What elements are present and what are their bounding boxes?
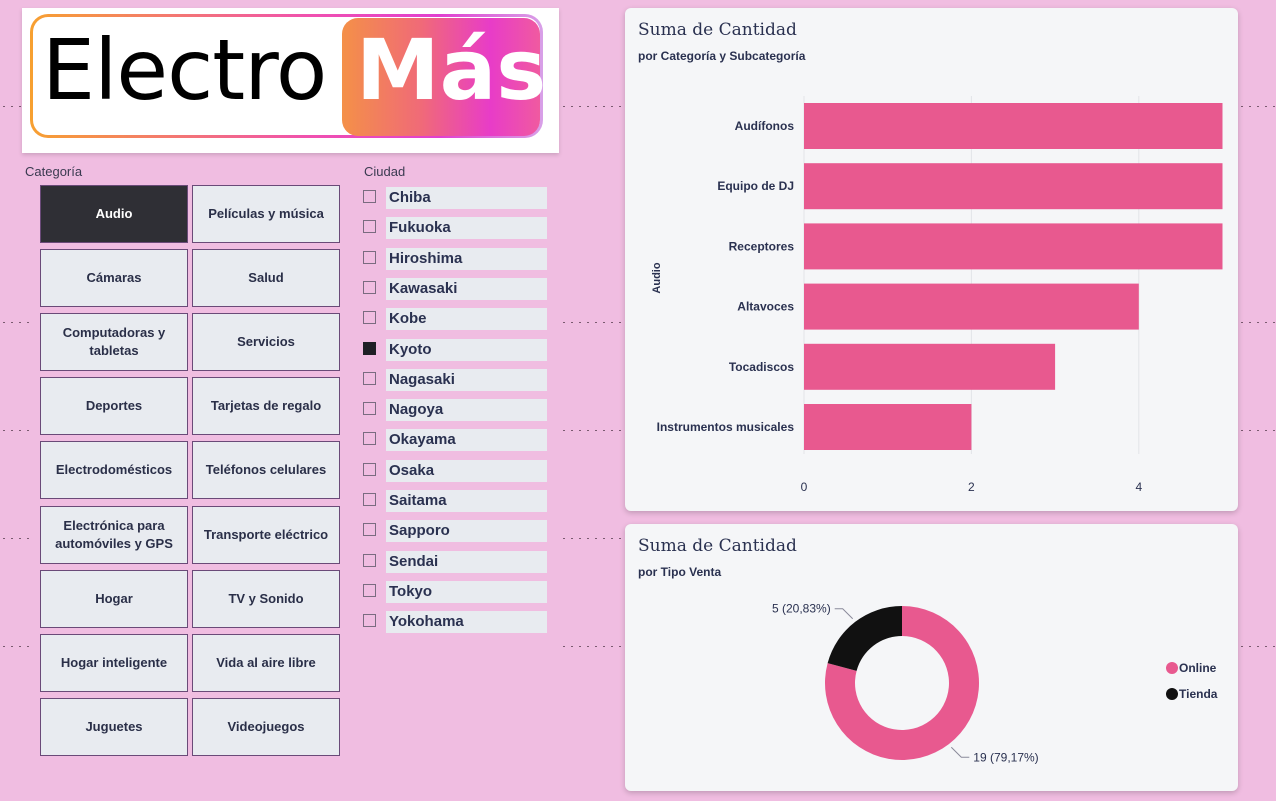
city-item[interactable]: Okayama (362, 429, 547, 452)
city-item[interactable]: Tokyo (362, 580, 547, 603)
brand-logo: Electro Más (22, 8, 559, 153)
city-checkbox[interactable] (363, 432, 376, 446)
logo-text-electro: Electro (42, 21, 327, 119)
bar-chart: 0 2 4 Audífonos Equipo de DJ Receptores Altavo… (651, 96, 1223, 494)
city-slicer-title: Ciudad (364, 164, 406, 179)
city-label: Tokyo (386, 580, 547, 603)
city-checkbox[interactable] (363, 614, 376, 628)
city-label: Osaka (386, 459, 547, 482)
city-checkbox[interactable] (363, 402, 376, 416)
city-item[interactable]: Saitama (362, 490, 547, 512)
city-label: Kobe (386, 308, 547, 331)
city-checkbox[interactable] (363, 280, 376, 294)
legend-marker (1166, 662, 1178, 674)
bar[interactable] (804, 343, 1056, 390)
category-label: Receptores (729, 239, 795, 253)
city-checkbox[interactable] (363, 190, 376, 203)
bar[interactable] (804, 223, 1223, 270)
category-button[interactable]: Vida al aire libre (192, 633, 340, 692)
bar[interactable] (804, 404, 972, 450)
category-button[interactable]: TV y Sonido (192, 569, 340, 628)
city-label: Sendai (386, 550, 547, 573)
city-label: Hiroshima (386, 247, 547, 270)
city-checkbox[interactable] (363, 583, 376, 597)
category-button[interactable]: Salud (192, 249, 340, 308)
bar[interactable] (804, 283, 1139, 330)
city-checkbox[interactable] (363, 371, 376, 385)
city-checkbox[interactable] (363, 250, 376, 264)
city-checkbox[interactable] (363, 220, 376, 234)
category-button[interactable]: Hogar inteligente (40, 633, 188, 692)
city-item[interactable]: Kobe (362, 308, 547, 331)
city-item[interactable]: Fukuoka (362, 217, 547, 240)
category-slicer-title: Categoría (25, 164, 83, 179)
city-label: Nagasaki (386, 368, 547, 391)
city-item[interactable]: Nagasaki (362, 368, 547, 391)
city-checkbox[interactable] (363, 523, 376, 537)
x-tick-label: 2 (968, 480, 975, 494)
city-checkbox[interactable] (363, 493, 376, 506)
donut-slice[interactable] (827, 606, 902, 671)
city-item[interactable]: Osaka (362, 459, 547, 482)
city-label: Kawasaki (386, 277, 547, 300)
category-label: Equipo de DJ (717, 179, 794, 193)
legend-marker (1166, 688, 1178, 700)
bar[interactable] (804, 163, 1223, 210)
city-label: Saitama (386, 490, 547, 512)
category-button[interactable]: Audio (40, 185, 188, 243)
category-button[interactable]: Electrodomésticos (40, 441, 188, 500)
city-label: Sapporo (386, 520, 547, 543)
donut-chart-panel: Suma de Cantidad por Tipo Venta 19 (79,1… (625, 524, 1238, 791)
city-checkbox[interactable] (363, 341, 376, 355)
slice-data-label: 19 (79,17%) (973, 750, 1038, 764)
category-label: Instrumentos musicales (657, 420, 795, 434)
city-label: Nagoya (386, 399, 547, 422)
x-tick-label: 4 (1135, 480, 1142, 494)
category-button[interactable]: Computadoras y tabletas (40, 313, 188, 372)
x-tick-label: 0 (801, 480, 808, 494)
city-label: Kyoto (386, 338, 547, 361)
bar-chart-panel: Suma de Cantidad por Categoría y Subcate… (625, 8, 1238, 511)
category-button[interactable]: Tarjetas de regalo (192, 377, 340, 436)
city-item[interactable]: Sapporo (362, 520, 547, 543)
city-item[interactable]: Yokohama (362, 611, 547, 634)
category-button[interactable]: Electrónica para automóviles y GPS (40, 505, 188, 564)
category-button[interactable]: Teléfonos celulares (192, 441, 340, 500)
category-button[interactable]: Hogar (40, 569, 188, 628)
category-label: Audífonos (735, 119, 795, 133)
donut-chart: 19 (79,17%) 5 (20,83%) Online Tienda (772, 602, 1218, 765)
city-label: Okayama (386, 429, 547, 452)
city-item[interactable]: Chiba (362, 187, 547, 209)
legend-label: Tienda (1179, 687, 1218, 701)
bar[interactable] (804, 103, 1223, 149)
category-label: Tocadiscos (729, 360, 794, 374)
city-label: Chiba (386, 187, 547, 209)
category-button[interactable]: Películas y música (192, 185, 340, 243)
city-checkbox[interactable] (363, 311, 376, 325)
city-checkbox[interactable] (363, 462, 376, 476)
city-item[interactable]: Kyoto (362, 338, 547, 361)
city-item[interactable]: Nagoya (362, 399, 547, 422)
city-checkbox[interactable] (363, 553, 376, 567)
category-label: Altavoces (737, 300, 794, 314)
category-button[interactable]: Deportes (40, 377, 188, 436)
category-button[interactable]: Servicios (192, 313, 340, 372)
category-button[interactable]: Juguetes (40, 697, 188, 756)
logo-text-mas: Más (356, 21, 547, 119)
slice-data-label: 5 (20,83%) (772, 602, 831, 616)
city-label: Fukuoka (386, 217, 547, 240)
group-axis-label: Audio (651, 262, 663, 293)
category-button[interactable]: Cámaras (40, 249, 188, 308)
city-item[interactable]: Sendai (362, 550, 547, 573)
category-button[interactable]: Transporte eléctrico (192, 505, 340, 564)
city-item[interactable]: Kawasaki (362, 277, 547, 300)
legend-label: Online (1179, 661, 1217, 675)
category-button[interactable]: Videojuegos (192, 697, 340, 756)
city-label: Yokohama (386, 611, 547, 634)
leader-line (834, 608, 854, 620)
leader-line (950, 746, 970, 758)
city-item[interactable]: Hiroshima (362, 247, 547, 270)
